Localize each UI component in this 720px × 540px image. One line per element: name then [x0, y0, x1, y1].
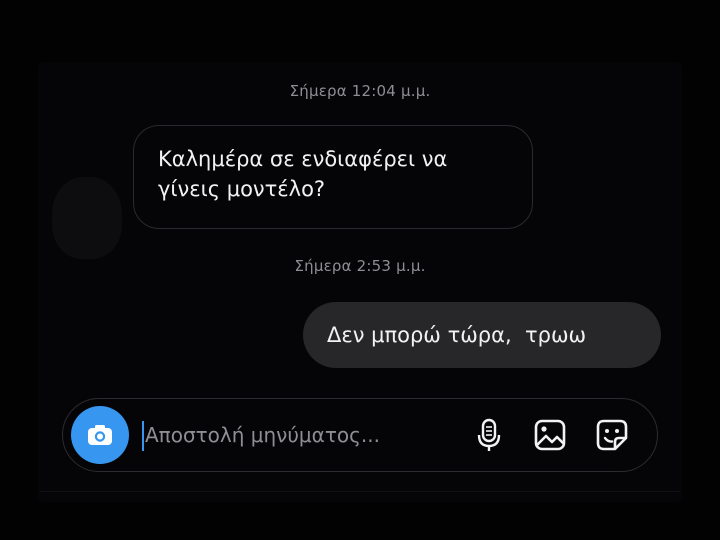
message-composer	[62, 398, 658, 472]
camera-button[interactable]	[71, 406, 129, 464]
divider	[40, 491, 680, 492]
sticker-icon	[596, 419, 628, 451]
camera-icon	[88, 425, 112, 445]
avatar[interactable]	[52, 177, 122, 259]
microphone-button[interactable]	[469, 415, 509, 455]
text-cursor	[142, 421, 144, 451]
microphone-icon	[477, 418, 501, 451]
chat-screen: Σήμερα 12:04 μ.μ. Καλημέρα σε ενδιαφέρει…	[0, 0, 720, 540]
sticker-button[interactable]	[592, 415, 632, 455]
incoming-message-bubble[interactable]: Καλημέρα σε ενδιαφέρει να γίνεις μοντέλο…	[133, 125, 533, 229]
gallery-button[interactable]	[530, 415, 570, 455]
timestamp: Σήμερα 2:53 μ.μ.	[294, 257, 426, 275]
message-input[interactable]	[145, 417, 445, 453]
timestamp: Σήμερα 12:04 μ.μ.	[289, 82, 431, 100]
gallery-icon	[534, 419, 566, 451]
outgoing-message-bubble[interactable]: Δεν μπορώ τώρα, τρωω	[303, 302, 661, 368]
